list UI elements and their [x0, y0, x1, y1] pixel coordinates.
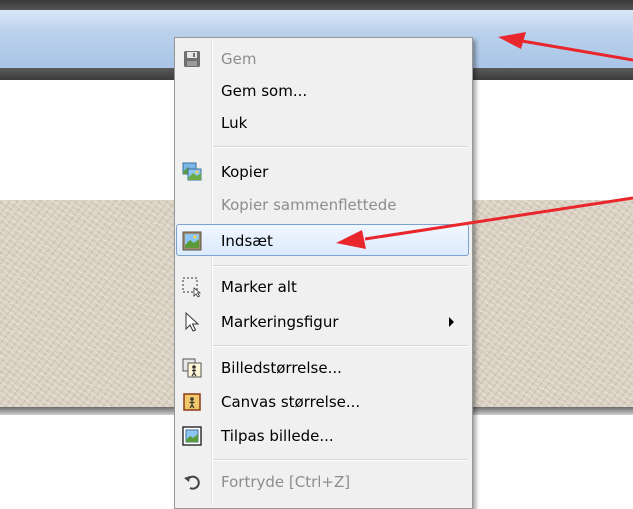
menu-item-luk[interactable]: Luk	[177, 107, 468, 139]
context-menu: Gem Gem som... Luk Kopier Kopier sammenf…	[174, 37, 473, 509]
paste-image-icon	[182, 231, 202, 251]
menu-item-indsaet[interactable]: Indsæt	[176, 224, 469, 256]
submenu-arrow-icon	[449, 317, 454, 327]
menu-item-label: Luk	[221, 114, 248, 132]
canvas-size-icon	[183, 393, 201, 411]
menu-separator	[213, 146, 468, 148]
menu-item-label: Marker alt	[221, 278, 297, 296]
menu-item-canvas-storrelse[interactable]: Canvas størrelse...	[177, 386, 468, 418]
menu-item-label: Kopier	[221, 163, 269, 181]
fit-image-icon	[182, 426, 202, 446]
image-size-icon	[182, 358, 202, 378]
menu-item-label: Kopier sammenflettede	[221, 196, 397, 214]
menu-item-gem[interactable]: Gem	[177, 43, 468, 75]
menu-separator	[213, 345, 468, 347]
cursor-arrow-icon	[185, 311, 200, 332]
menu-item-kopier[interactable]: Kopier	[177, 156, 468, 188]
menu-item-label: Indsæt	[221, 232, 273, 250]
menu-item-gem-som[interactable]: Gem som...	[177, 75, 468, 107]
menu-item-fortryde[interactable]: Fortryde [Ctrl+Z]	[177, 466, 468, 498]
menu-item-tilpas-billede[interactable]: Tilpas billede...	[177, 420, 468, 452]
menu-item-label: Fortryde [Ctrl+Z]	[221, 473, 351, 491]
menu-separator	[213, 459, 468, 461]
save-icon	[184, 51, 200, 67]
menu-item-label: Gem	[221, 50, 257, 68]
menu-item-label: Markeringsfigur	[221, 313, 339, 331]
menu-item-kopier-sammenflettede[interactable]: Kopier sammenflettede	[177, 189, 468, 221]
window-top-border	[0, 0, 633, 10]
menu-item-billedstorrelse[interactable]: Billedstørrelse...	[177, 352, 468, 384]
copy-image-icon	[182, 162, 202, 181]
menu-item-label: Billedstørrelse...	[221, 359, 342, 377]
menu-item-label: Gem som...	[221, 82, 308, 100]
select-all-icon	[182, 277, 202, 298]
undo-icon	[184, 475, 200, 490]
menu-item-label: Tilpas billede...	[221, 427, 334, 445]
menu-item-label: Canvas størrelse...	[221, 393, 361, 411]
menu-separator	[213, 265, 468, 267]
menu-item-marker-alt[interactable]: Marker alt	[177, 271, 468, 303]
menu-item-markeringsfigur[interactable]: Markeringsfigur	[177, 306, 468, 338]
